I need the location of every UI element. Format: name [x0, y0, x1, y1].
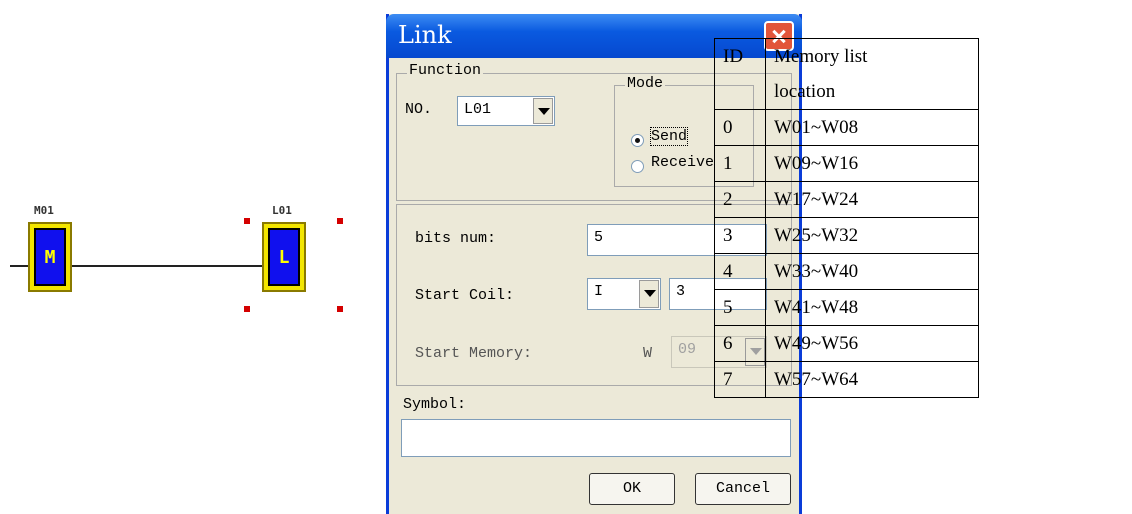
- table-row: 6 W49~W56: [714, 325, 979, 362]
- function-group-title: Function: [407, 62, 484, 79]
- header-location: Memory list location: [765, 38, 979, 110]
- symbol-label: Symbol:: [403, 396, 467, 413]
- selection-handle-bottom-right[interactable]: [337, 306, 343, 312]
- row-location: W49~W56: [765, 325, 979, 362]
- coil-l-label: L01: [272, 204, 292, 217]
- row-id: 3: [714, 217, 766, 254]
- row-id: 2: [714, 181, 766, 218]
- chevron-down-icon[interactable]: [639, 280, 659, 308]
- table-row: 4 W33~W40: [714, 253, 979, 290]
- row-location: W17~W24: [765, 181, 979, 218]
- mode-receive-radio[interactable]: [631, 160, 644, 173]
- no-select[interactable]: L01: [457, 96, 555, 126]
- row-id: 4: [714, 253, 766, 290]
- symbol-input[interactable]: [401, 419, 791, 457]
- no-label: NO.: [405, 101, 433, 118]
- start-memory-label: Start Memory:: [415, 345, 533, 362]
- row-location: W25~W32: [765, 217, 979, 254]
- wire-left: [10, 265, 28, 267]
- table-row: 7 W57~W64: [714, 361, 979, 398]
- mode-send-radio[interactable]: [631, 134, 644, 147]
- header-id: ID: [714, 38, 766, 110]
- coil-l-symbol: L: [268, 228, 300, 286]
- row-id: 0: [714, 109, 766, 146]
- dialog-title: Link: [398, 21, 452, 49]
- start-coil-type-value: I: [594, 283, 604, 300]
- table-row: 2 W17~W24: [714, 181, 979, 218]
- row-id: 1: [714, 145, 766, 182]
- table-header-row: ID Memory list location: [714, 38, 979, 110]
- row-location: W41~W48: [765, 289, 979, 326]
- selection-handle-bottom-left[interactable]: [244, 306, 250, 312]
- start-memory-prefix: W: [643, 345, 653, 362]
- selection-handle-top-left[interactable]: [244, 218, 250, 224]
- row-location: W57~W64: [765, 361, 979, 398]
- table-row: 3 W25~W32: [714, 217, 979, 254]
- row-id: 5: [714, 289, 766, 326]
- table-row: 1 W09~W16: [714, 145, 979, 182]
- table-row: 5 W41~W48: [714, 289, 979, 326]
- coil-m-symbol: M: [34, 228, 66, 286]
- row-location: W01~W08: [765, 109, 979, 146]
- coil-l-block[interactable]: L: [262, 222, 306, 292]
- ok-button[interactable]: OK: [589, 473, 675, 505]
- header-location-line1: Memory list: [774, 46, 868, 67]
- mode-group-title: Mode: [625, 75, 666, 92]
- mode-receive-label[interactable]: Receive: [651, 154, 714, 171]
- table-row: 0 W01~W08: [714, 109, 979, 146]
- memory-list-table: ID Memory list location 0 W01~W08 1 W09~…: [714, 38, 979, 398]
- row-location: W33~W40: [765, 253, 979, 290]
- coil-m-block[interactable]: M: [28, 222, 72, 292]
- start-coil-type-select[interactable]: I: [587, 278, 661, 310]
- no-select-value: L01: [464, 101, 492, 118]
- row-location: W09~W16: [765, 145, 979, 182]
- chevron-down-icon[interactable]: [533, 98, 553, 124]
- start-memory-value: 09: [678, 341, 697, 358]
- cancel-button[interactable]: Cancel: [695, 473, 791, 505]
- mode-send-label[interactable]: Send: [649, 127, 689, 146]
- start-coil-label: Start Coil:: [415, 287, 515, 304]
- row-id: 6: [714, 325, 766, 362]
- bits-num-label: bits num:: [415, 230, 497, 247]
- selection-handle-top-right[interactable]: [337, 218, 343, 224]
- coil-m-label: M01: [34, 204, 54, 217]
- row-id: 7: [714, 361, 766, 398]
- header-location-line2: location: [774, 81, 836, 102]
- wire-middle: [72, 265, 262, 267]
